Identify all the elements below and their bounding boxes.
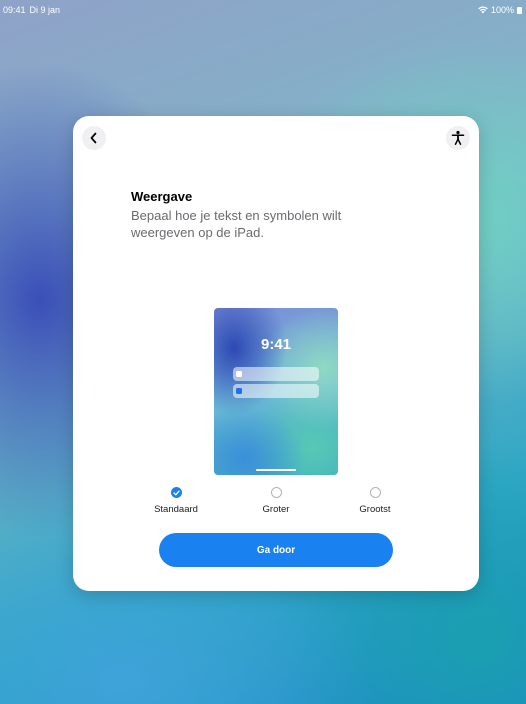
option-label: Groter [262,504,290,515]
status-right: 100% [478,5,522,15]
radio-selected[interactable] [170,487,182,498]
status-time: 09:41 [3,5,26,15]
page-subtitle: Bepaal hoe je tekst en symbolen wilt wee… [131,208,342,240]
back-button[interactable] [82,126,106,150]
home-indicator [256,469,296,471]
status-left: 09:41 Di 9 jan [3,5,64,15]
page-title: Weergave [131,189,193,204]
chevron-left-icon [90,132,97,144]
option-groter[interactable]: Groter [236,487,316,515]
checkmark-icon [172,490,180,495]
battery-percent: 100% [490,5,514,15]
option-standaard[interactable]: Standaard [136,487,216,515]
accessibility-person-icon [451,130,465,145]
option-label: Grootst [359,504,391,515]
display-size-options: Standaard Groter Grootst [73,487,479,523]
preview-notification [233,367,319,381]
battery-icon [517,6,522,14]
preview-clock: 9:41 [260,336,292,353]
notification-app-icon [236,371,242,377]
preview-notification [233,384,319,398]
status-bar: 09:41 Di 9 jan 100% [0,0,526,20]
accessibility-button[interactable] [446,126,470,150]
radio-unselected[interactable] [270,487,282,498]
option-label: Standaard [154,504,198,515]
setup-screen: 09:41 Di 9 jan 100% Weergave Bepaal hoe … [0,0,526,704]
status-date: Di 9 jan [29,5,61,15]
option-grootst[interactable]: Grootst [335,487,415,515]
continue-button[interactable]: Ga door [159,533,393,567]
radio-unselected[interactable] [369,487,381,498]
display-setup-sheet: Weergave Bepaal hoe je tekst en symbolen… [73,116,479,591]
ipad-preview-image: 9:41 [214,308,338,475]
notification-app-icon [236,388,242,394]
wifi-icon [478,6,488,14]
